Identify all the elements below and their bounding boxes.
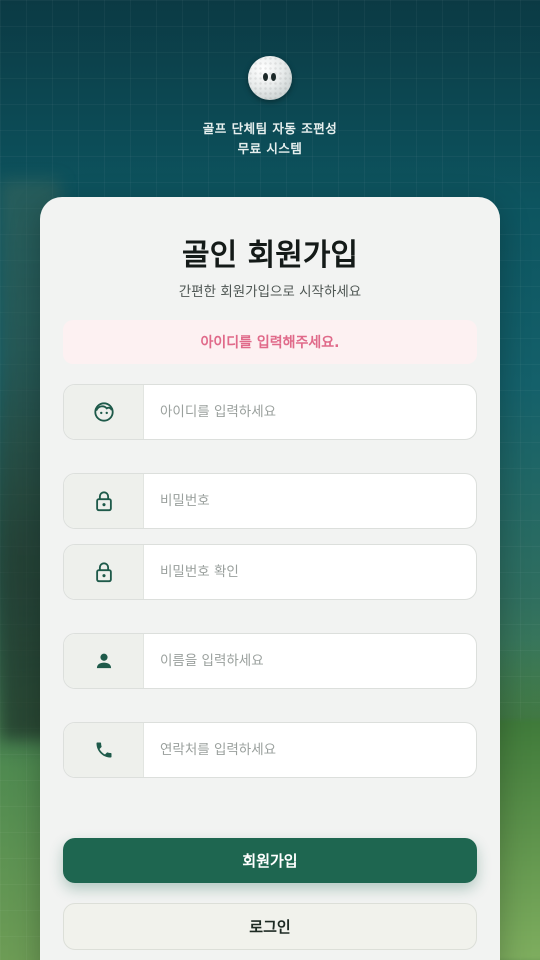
name-input[interactable] bbox=[144, 634, 476, 688]
password-confirm-icon-box bbox=[64, 545, 144, 599]
userid-input[interactable] bbox=[144, 385, 476, 439]
face-icon bbox=[93, 401, 115, 423]
password-field bbox=[63, 473, 477, 529]
golf-ball-logo bbox=[248, 56, 292, 100]
phone-icon bbox=[94, 740, 114, 760]
logo-eye-right bbox=[271, 73, 276, 81]
brand-tagline-line1: 골프 단체팀 자동 조편성 bbox=[202, 121, 338, 136]
phone-icon-box bbox=[64, 723, 144, 777]
phone-field bbox=[63, 722, 477, 778]
lock-icon bbox=[94, 490, 114, 512]
name-icon-box bbox=[64, 634, 144, 688]
page-subtitle: 간편한 회원가입으로 시작하세요 bbox=[178, 284, 362, 300]
lock-icon bbox=[94, 561, 114, 583]
userid-icon-box bbox=[64, 385, 144, 439]
password-confirm-field bbox=[63, 544, 477, 600]
phone-input[interactable] bbox=[144, 723, 476, 777]
password-icon-box bbox=[64, 474, 144, 528]
brand-tagline-line2: 무료 시스템 bbox=[237, 141, 303, 156]
person-icon bbox=[94, 651, 114, 671]
error-alert-text: 아이디를 입력해주세요. bbox=[200, 335, 340, 351]
error-alert: 아이디를 입력해주세요. bbox=[63, 320, 477, 364]
userid-field bbox=[63, 384, 477, 440]
password-input[interactable] bbox=[144, 474, 476, 528]
name-field bbox=[63, 633, 477, 689]
signup-button[interactable]: 회원가입 bbox=[63, 838, 477, 883]
password-confirm-input[interactable] bbox=[144, 545, 476, 599]
golf-ball-dimples bbox=[248, 56, 292, 100]
page-title: 골인 회원가입 bbox=[181, 238, 359, 273]
login-button[interactable]: 로그인 bbox=[63, 903, 477, 950]
logo-eye-left bbox=[263, 73, 268, 81]
